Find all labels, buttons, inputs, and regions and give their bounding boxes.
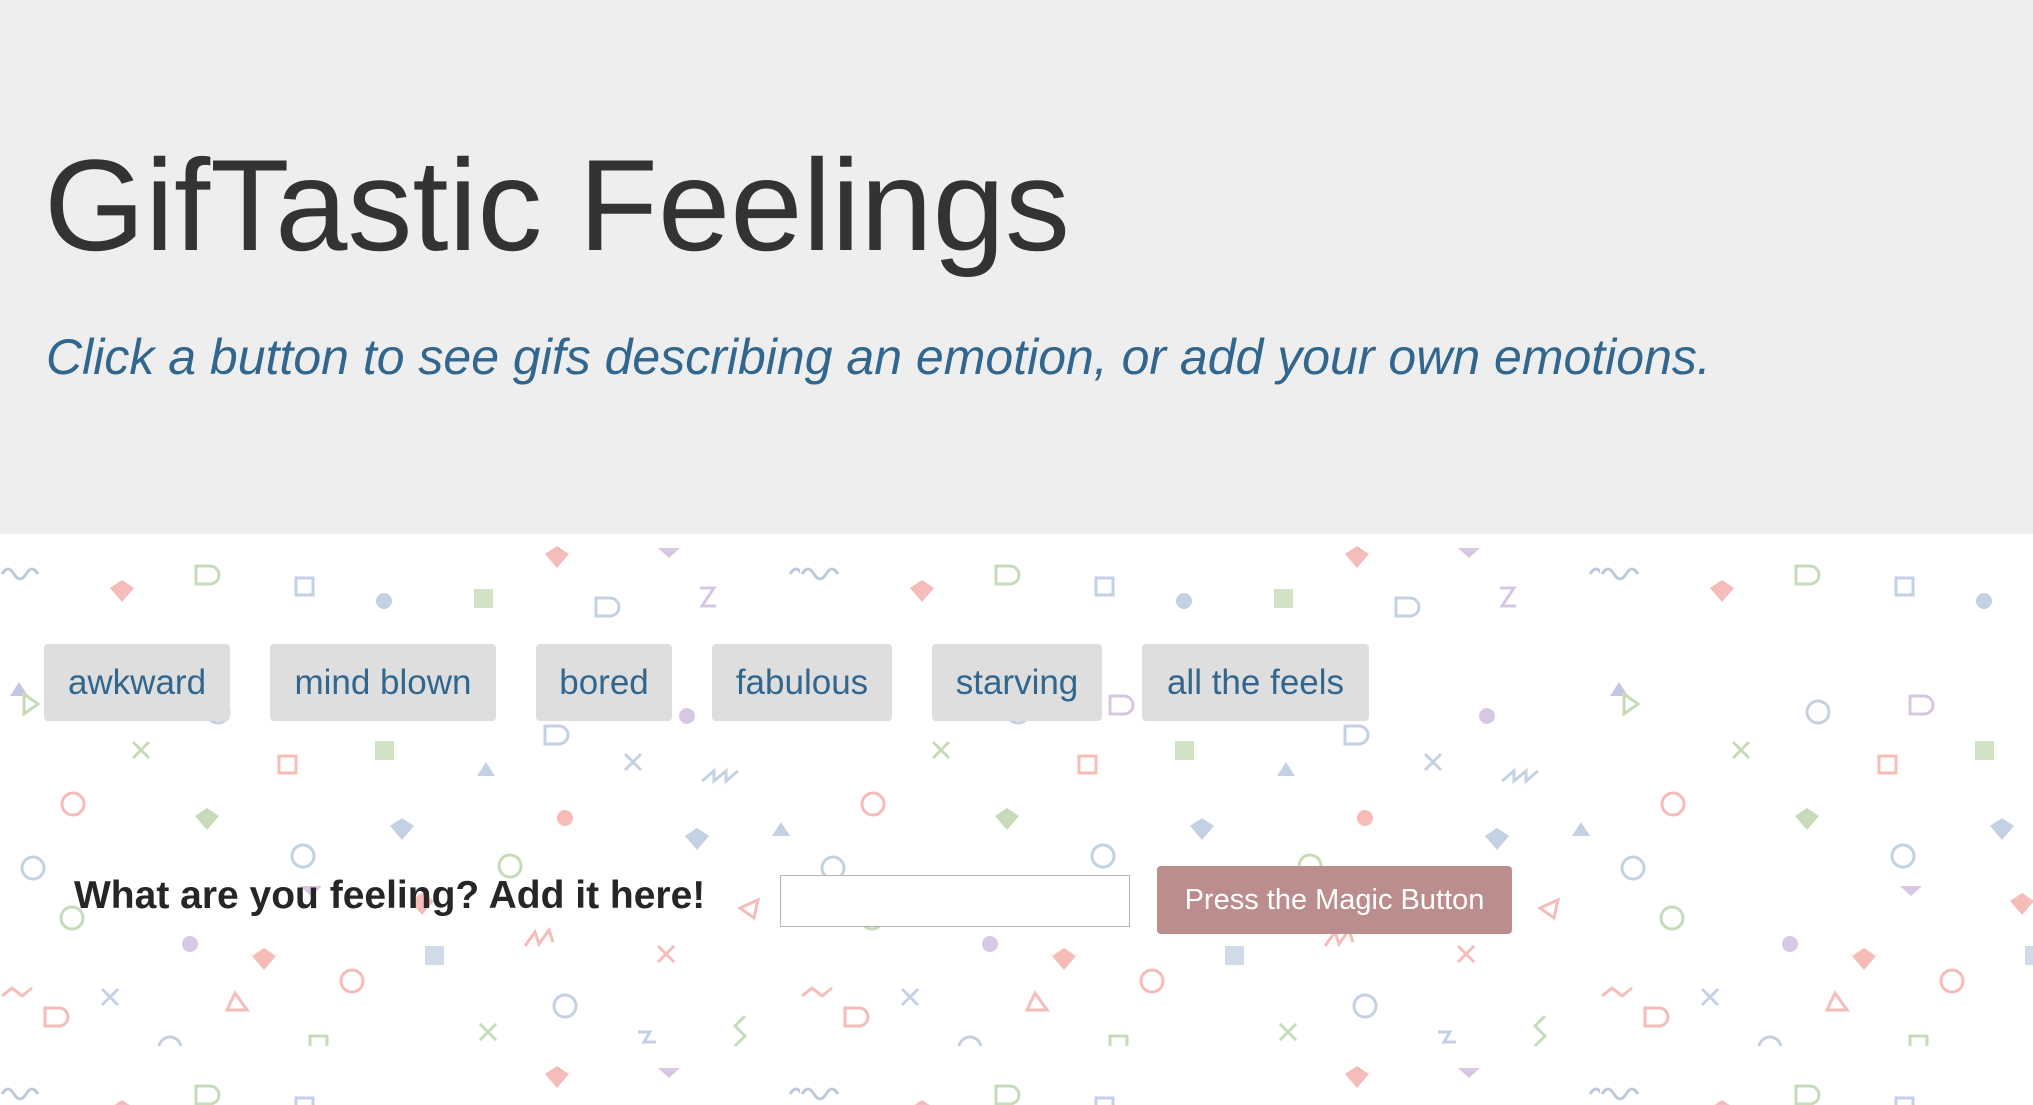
- confetti-background-pattern: [0, 534, 2033, 1105]
- add-feeling-label: What are you feeling? Add it here!: [74, 874, 706, 917]
- background-pattern-svg: [0, 534, 2033, 1105]
- emotion-button-all-the-feels[interactable]: all the feels: [1142, 644, 1369, 721]
- page-subtitle: Click a button to see gifs describing an…: [46, 329, 1711, 385]
- jumbotron-header: GifTastic Feelings Click a button to see…: [0, 0, 2033, 534]
- page-title: GifTastic Feelings: [44, 132, 1070, 278]
- emotion-button-fabulous[interactable]: fabulous: [712, 644, 892, 721]
- feeling-input[interactable]: [780, 875, 1130, 927]
- magic-submit-button[interactable]: Press the Magic Button: [1157, 866, 1512, 934]
- emotion-button-bored[interactable]: bored: [536, 644, 672, 721]
- emotion-button-starving[interactable]: starving: [932, 644, 1102, 721]
- emotion-button-mind-blown[interactable]: mind blown: [270, 644, 496, 721]
- emotion-button-awkward[interactable]: awkward: [44, 644, 230, 721]
